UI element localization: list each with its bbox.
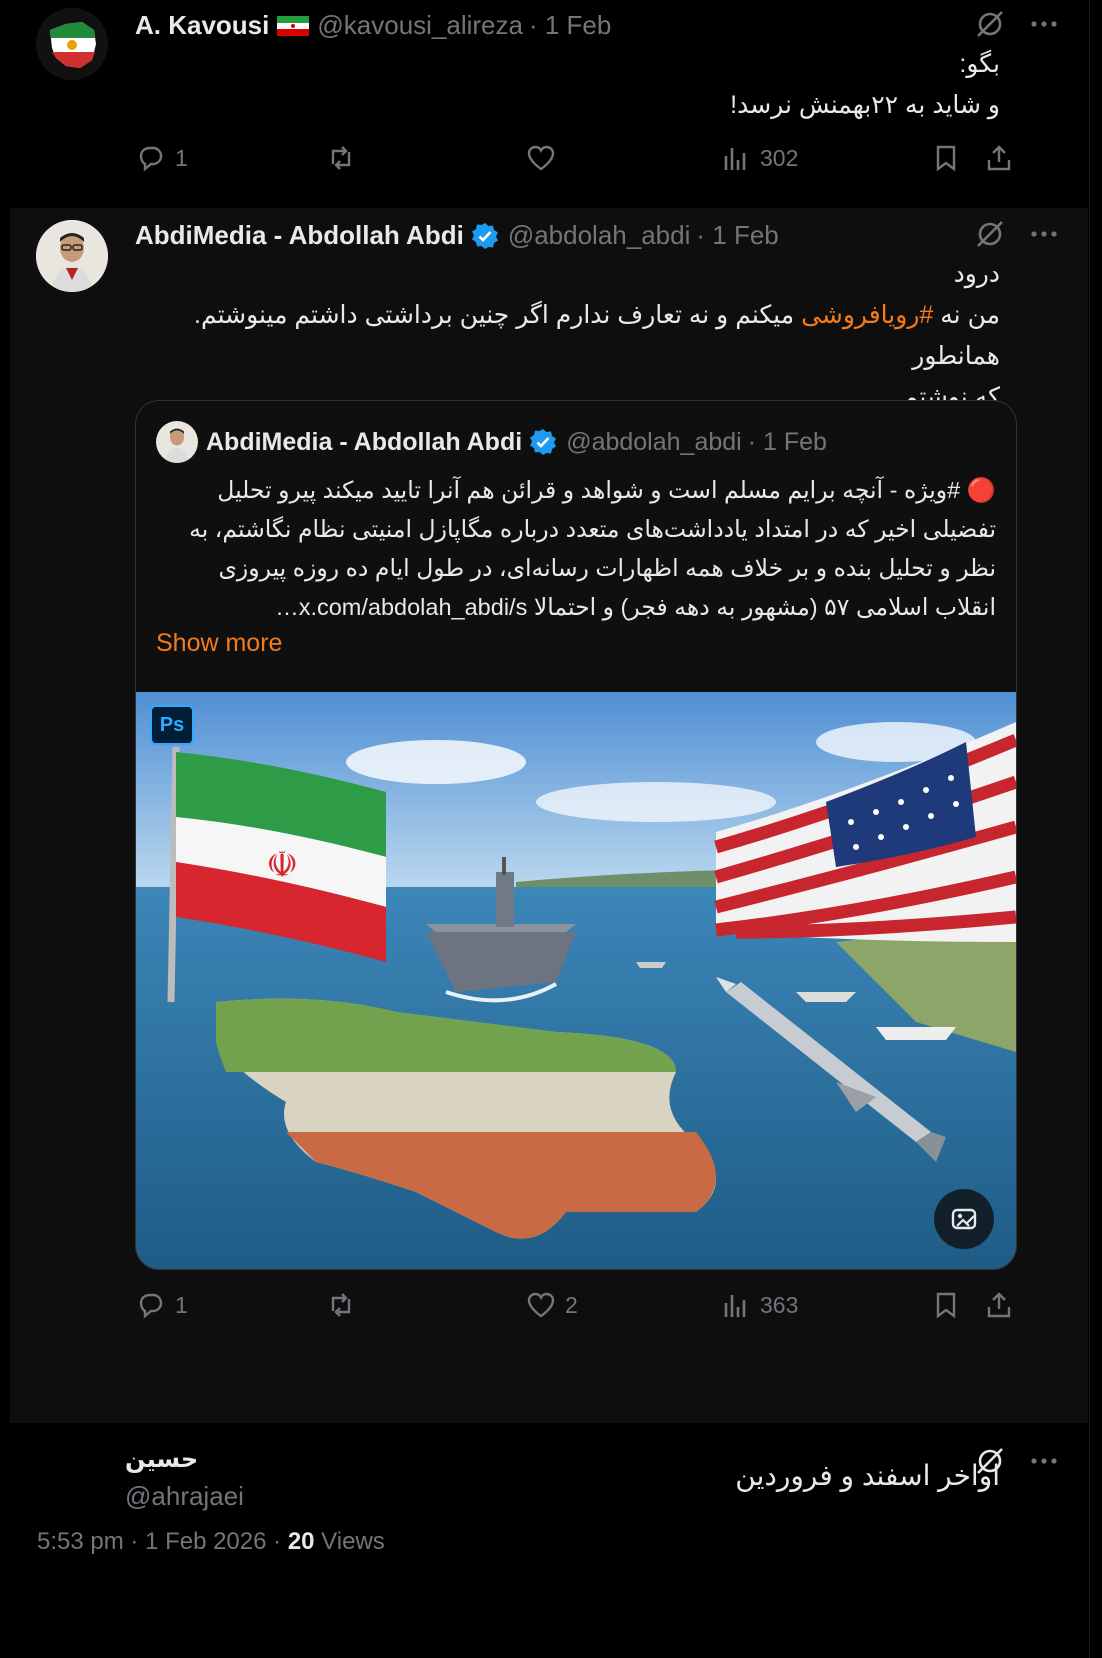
svg-text:☫: ☫ bbox=[266, 845, 298, 886]
quote-text-line: تفضیلی اخیر که در امتداد یادداشت‌های متع… bbox=[189, 516, 996, 542]
quote-text-line: انقلاب اسلامی ۵۷ (مشهور به دهه فجر) و اح… bbox=[275, 594, 996, 620]
tweet-text-line: و شاید به ۲۲بهمنش نرسد! bbox=[730, 91, 1000, 119]
grok-icon[interactable] bbox=[974, 8, 1006, 40]
retweet-icon bbox=[331, 146, 351, 170]
tweet-date[interactable]: · 1 Feb bbox=[529, 10, 611, 41]
tweet-text-line: بگو: bbox=[959, 50, 1000, 78]
reply-icon bbox=[139, 1293, 163, 1319]
quote-image[interactable]: ☫ Ps bbox=[136, 692, 1016, 1269]
retweet-button[interactable] bbox=[325, 1289, 357, 1321]
tweet[interactable]: AbdiMedia - Abdollah Abdi @abdolah_abdi … bbox=[10, 208, 1088, 1423]
views-count: 302 bbox=[760, 144, 799, 171]
reply-count: 1 bbox=[175, 1291, 188, 1318]
like-button[interactable]: 2 bbox=[525, 1289, 578, 1321]
more-icon[interactable] bbox=[1028, 1445, 1060, 1477]
avatar[interactable] bbox=[36, 220, 108, 292]
tweet-date[interactable]: · 1 Feb bbox=[696, 220, 778, 251]
views-label: Views bbox=[314, 1528, 385, 1555]
author-handle[interactable]: @kavousi_alireza bbox=[317, 10, 523, 41]
retweet-icon bbox=[331, 1293, 351, 1317]
reply-count: 1 bbox=[175, 144, 188, 171]
hashtag-link[interactable]: #رویافروشی bbox=[801, 301, 933, 329]
share-button[interactable] bbox=[983, 1289, 1015, 1321]
like-count: 2 bbox=[565, 1291, 578, 1318]
verified-icon bbox=[530, 429, 557, 455]
tweet-top-icons bbox=[974, 218, 1060, 250]
more-icon[interactable] bbox=[1028, 8, 1060, 40]
iran-map-avatar-icon bbox=[36, 8, 108, 80]
views-icon bbox=[724, 148, 746, 170]
quote-date: · 1 Feb bbox=[747, 427, 827, 456]
author-handle[interactable]: @abdolah_abdi bbox=[508, 220, 691, 251]
more-icon[interactable] bbox=[1028, 218, 1060, 250]
quote-author-name[interactable]: AbdiMedia - Abdollah Abdi bbox=[206, 428, 522, 457]
tweet-actions: 1 302 bbox=[135, 142, 1058, 182]
tweet-actions: 1 2 363 bbox=[135, 1289, 1058, 1329]
author-name[interactable]: حسین bbox=[125, 1445, 198, 1474]
reply-icon bbox=[139, 146, 163, 172]
tweet-time[interactable]: 5:53 pm · 1 Feb 2026 · bbox=[37, 1528, 288, 1555]
tweet-text-line: درود bbox=[953, 260, 1000, 288]
quote-text-line: نظر و تحلیل بنده و بر خلاف همه اظهارات ر… bbox=[218, 555, 996, 581]
bookmark-icon bbox=[936, 145, 956, 172]
iran-flag-icon bbox=[277, 15, 310, 36]
author-name[interactable]: AbdiMedia - Abdollah Abdi bbox=[135, 220, 464, 251]
verified-icon bbox=[471, 222, 498, 249]
quote-text-line: 🔴 #ویژه - آنچه برایم مسلم است و شواهد و … bbox=[217, 477, 996, 503]
tweet-top-icons bbox=[974, 8, 1060, 40]
edit-image-icon bbox=[951, 1208, 977, 1230]
bookmark-button[interactable] bbox=[930, 142, 962, 174]
grok-icon[interactable] bbox=[974, 218, 1006, 250]
quote-avatar[interactable] bbox=[156, 421, 198, 463]
reply-button[interactable]: 1 bbox=[135, 1289, 188, 1321]
views-count: 20 bbox=[287, 1528, 315, 1555]
share-icon bbox=[987, 145, 1011, 171]
tweet-text: بگو: و شاید به ۲۲بهمنش نرسد! bbox=[730, 44, 1000, 126]
bookmark-icon bbox=[936, 1292, 956, 1319]
tweet-text-line: من نه #رویافروشی میکنم و نه تعارف ندارم … bbox=[120, 295, 1000, 377]
quoted-tweet[interactable]: AbdiMedia - Abdollah Abdi @abdolah_abdi … bbox=[135, 400, 1017, 1270]
tweet-text: اواخر اسفند و فروردین bbox=[735, 1460, 1000, 1491]
tweet-header: AbdiMedia - Abdollah Abdi @abdolah_abdi … bbox=[135, 220, 779, 251]
like-icon bbox=[527, 145, 555, 171]
like-button[interactable] bbox=[525, 142, 557, 174]
author-name[interactable]: A. Kavousi bbox=[135, 10, 269, 41]
share-icon bbox=[987, 1292, 1011, 1318]
photoshop-badge: Ps bbox=[150, 705, 194, 745]
author-handle[interactable]: @ahrajaei bbox=[125, 1481, 244, 1512]
avatar[interactable] bbox=[36, 8, 108, 80]
tweet[interactable]: A. Kavousi @kavousi_alireza · 1 Feb بگو:… bbox=[10, 0, 1088, 208]
tweet-meta: 5:53 pm · 1 Feb 2026 · 20 Views bbox=[37, 1528, 385, 1556]
edit-image-button[interactable] bbox=[934, 1189, 994, 1249]
text-segment: من نه bbox=[933, 301, 1000, 329]
person-avatar-icon bbox=[156, 421, 198, 463]
share-button[interactable] bbox=[983, 142, 1015, 174]
views-count: 363 bbox=[760, 1291, 799, 1318]
bookmark-button[interactable] bbox=[930, 1289, 962, 1321]
views-button[interactable]: 302 bbox=[720, 142, 798, 174]
retweet-button[interactable] bbox=[325, 142, 357, 174]
tweet-text: درود من نه #رویافروشی میکنم و نه تعارف ن… bbox=[120, 254, 1000, 418]
show-more-link[interactable]: Show more bbox=[156, 629, 282, 658]
iran-usa-illustration: ☫ bbox=[136, 692, 1016, 1269]
views-button[interactable]: 363 bbox=[720, 1289, 798, 1321]
views-icon bbox=[724, 1295, 746, 1317]
quote-author-handle[interactable]: @abdolah_abdi bbox=[566, 428, 742, 457]
person-avatar-icon bbox=[36, 220, 108, 292]
quote-header: AbdiMedia - Abdollah Abdi @abdolah_abdi … bbox=[156, 421, 827, 463]
quote-text: 🔴 #ویژه - آنچه برایم مسلم است و شواهد و … bbox=[156, 471, 996, 627]
tweet-header: A. Kavousi @kavousi_alireza · 1 Feb bbox=[135, 10, 611, 41]
like-icon bbox=[527, 1292, 555, 1318]
reply-button[interactable]: 1 bbox=[135, 142, 188, 174]
